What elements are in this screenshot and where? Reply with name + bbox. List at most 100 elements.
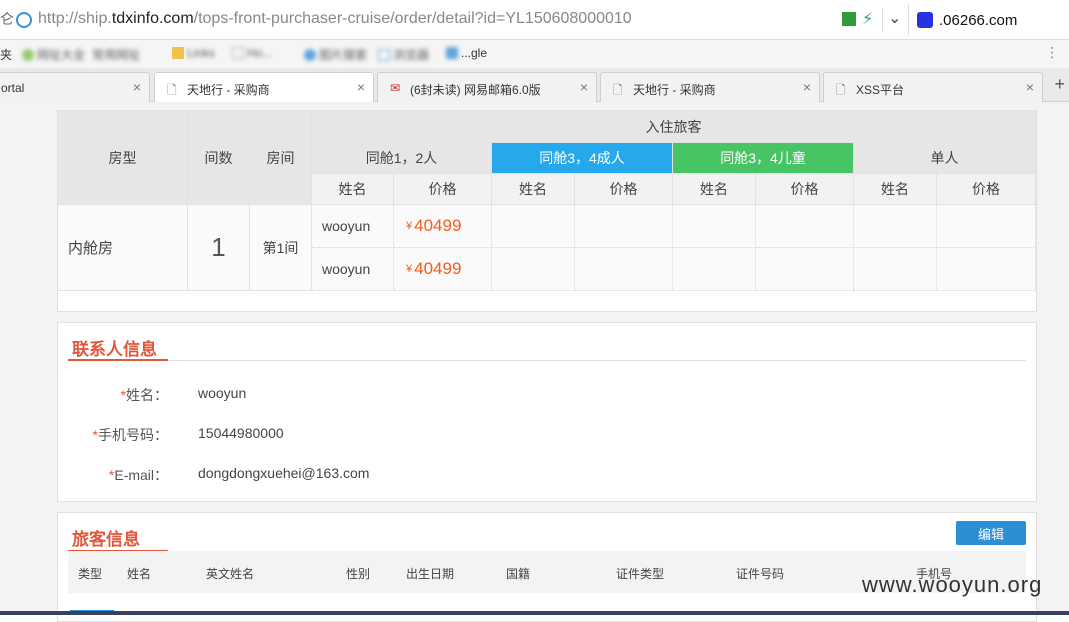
lightning-icon[interactable]: ⚡ xyxy=(862,9,873,29)
qr-code-icon[interactable] xyxy=(842,12,856,26)
tab-portal[interactable]: ortal × xyxy=(0,72,150,102)
title-underline xyxy=(68,359,168,361)
col-guests: 入住旅客 xyxy=(312,111,1036,143)
watermark: www.wooyun.org xyxy=(862,572,1043,597)
contact-phone-label: *手机号码： xyxy=(92,427,168,443)
site-globe-icon xyxy=(16,12,32,28)
col-header: 姓名 xyxy=(127,567,152,581)
empty-cell xyxy=(756,205,854,248)
divider xyxy=(68,360,1026,361)
close-icon[interactable]: × xyxy=(1026,79,1034,95)
empty-cell xyxy=(575,248,673,291)
guest-price: ¥40499 xyxy=(394,248,492,291)
empty-cell xyxy=(492,248,575,291)
contact-name-label: *姓名： xyxy=(120,387,168,403)
image-icon xyxy=(378,49,390,61)
col-header: 国籍 xyxy=(506,567,531,581)
tab-xss[interactable]: 🗋 XSS平台 × xyxy=(823,72,1043,102)
empty-cell xyxy=(673,205,756,248)
url-prefix: http://ship. xyxy=(38,10,112,27)
bookmark-item[interactable]: 图片搜索 xyxy=(304,46,367,63)
taskbar-edge xyxy=(0,611,1069,615)
passengers-section: 旅客信息 编辑 类型 姓名 英文姓名 性别 出生日期 国籍 证件类型 证件号码 … xyxy=(57,512,1037,622)
bookmarks-bar: 夹 网址大全 常用网址 Links Ho... 图片搜索 浏览器 ...gle … xyxy=(0,40,1069,68)
contact-name-value: wooyun xyxy=(198,385,247,401)
bookmark-item[interactable]: 浏览器 xyxy=(378,46,429,63)
page-icon xyxy=(232,47,244,59)
bookmark-item[interactable]: 夹 xyxy=(0,46,12,63)
close-icon[interactable]: × xyxy=(357,79,365,95)
empty-cell xyxy=(854,248,937,291)
col-count: 间数 xyxy=(188,111,250,205)
group-header: 同舱1，2人 xyxy=(312,143,492,174)
col-room: 房间 xyxy=(250,111,312,205)
new-tab-icon[interactable]: + xyxy=(1054,74,1065,95)
sub-name: 姓名 xyxy=(673,174,756,205)
col-header: 类型 xyxy=(78,567,103,581)
page-icon: 🗋 xyxy=(167,83,177,97)
col-header: 证件类型 xyxy=(616,567,665,581)
col-header: 性别 xyxy=(346,567,371,581)
url-field[interactable]: http://ship.tdxinfo.com/tops-front-purch… xyxy=(38,10,632,28)
globe-icon xyxy=(304,49,316,61)
empty-cell xyxy=(937,205,1036,248)
bookmark-item[interactable]: 常用网址 xyxy=(92,46,140,63)
sub-price: 价格 xyxy=(937,174,1036,205)
tab-bar: ortal × 🗋 天地行 - 采购商 × ✉ (6封未读) 网易邮箱6.0版 … xyxy=(0,68,1069,103)
bookmark-item[interactable]: 网址大全 xyxy=(22,46,85,63)
address-bar: 仑 http://ship.tdxinfo.com/tops-front-pur… xyxy=(0,0,1069,40)
tab-label: XSS平台 xyxy=(856,83,905,97)
contact-phone-value: 15044980000 xyxy=(198,425,284,441)
contact-email-value: dongdongxuehei@163.com xyxy=(198,465,370,481)
col-header: 出生日期 xyxy=(406,567,455,581)
close-icon[interactable]: × xyxy=(580,79,588,95)
bookmark-item[interactable]: ...gle xyxy=(446,46,487,60)
col-header: 证件号码 xyxy=(736,567,785,581)
url-path: /tops-front-purchaser-cruise/order/detai… xyxy=(193,10,632,27)
divider xyxy=(882,8,883,32)
empty-cell xyxy=(937,248,1036,291)
empty-cell xyxy=(673,248,756,291)
tab-tdx-active[interactable]: 🗋 天地行 - 采购商 × xyxy=(154,72,374,103)
more-vertical-icon[interactable]: ⋮ xyxy=(1045,44,1059,61)
tab-label: 天地行 - 采购商 xyxy=(187,83,270,97)
tab-label: 天地行 - 采购商 xyxy=(633,83,716,97)
tab-netease-mail[interactable]: ✉ (6封未读) 网易邮箱6.0版 × xyxy=(377,72,597,102)
app-icon xyxy=(446,47,458,59)
page-content: 房型 间数 房间 入住旅客 同舱1，2人 同舱3，4成人 同舱3，4儿童 单人 … xyxy=(0,102,1069,622)
tab-label: ortal xyxy=(1,81,25,95)
contact-email-label: *E-mail： xyxy=(108,467,168,483)
col-room-type: 房型 xyxy=(58,111,188,205)
bookmark-item[interactable]: Ho... xyxy=(232,46,272,60)
close-icon[interactable]: × xyxy=(133,79,141,95)
search-engine-box[interactable]: .06266.com xyxy=(908,4,1069,36)
guest-price: ¥40499 xyxy=(394,205,492,248)
chevron-down-icon[interactable]: ⌄ xyxy=(888,8,901,28)
left-edge-glyph: 仑 xyxy=(0,11,14,27)
room-number-value: 第1间 xyxy=(250,205,312,291)
edit-button[interactable]: 编辑 xyxy=(956,521,1026,545)
page-icon: 🗋 xyxy=(613,83,623,97)
folder-icon xyxy=(172,47,184,59)
bookmark-item[interactable]: Links xyxy=(172,46,215,60)
group-header: 同舱3，4儿童 xyxy=(673,143,854,174)
sub-price: 价格 xyxy=(575,174,673,205)
tab-label: (6封未读) 网易邮箱6.0版 xyxy=(410,83,541,97)
room-type-value: 内舱房 xyxy=(58,205,188,291)
sub-name: 姓名 xyxy=(492,174,575,205)
passengers-title: 旅客信息 xyxy=(72,530,140,549)
tab-tdx[interactable]: 🗋 天地行 - 采购商 × xyxy=(600,72,820,102)
close-icon[interactable]: × xyxy=(803,79,811,95)
paw-icon xyxy=(917,12,933,28)
guest-name: wooyun xyxy=(312,205,394,248)
empty-cell xyxy=(575,205,673,248)
group-header: 单人 xyxy=(854,143,1036,174)
rooms-table: 房型 间数 房间 入住旅客 同舱1，2人 同舱3，4成人 同舱3，4儿童 单人 … xyxy=(57,110,1037,312)
empty-cell xyxy=(756,248,854,291)
sub-name: 姓名 xyxy=(854,174,937,205)
page-icon: 🗋 xyxy=(836,83,846,97)
mail-icon: ✉ xyxy=(390,81,401,95)
empty-cell xyxy=(854,205,937,248)
sub-price: 价格 xyxy=(394,174,492,205)
room-count-value: 1 xyxy=(188,205,250,291)
